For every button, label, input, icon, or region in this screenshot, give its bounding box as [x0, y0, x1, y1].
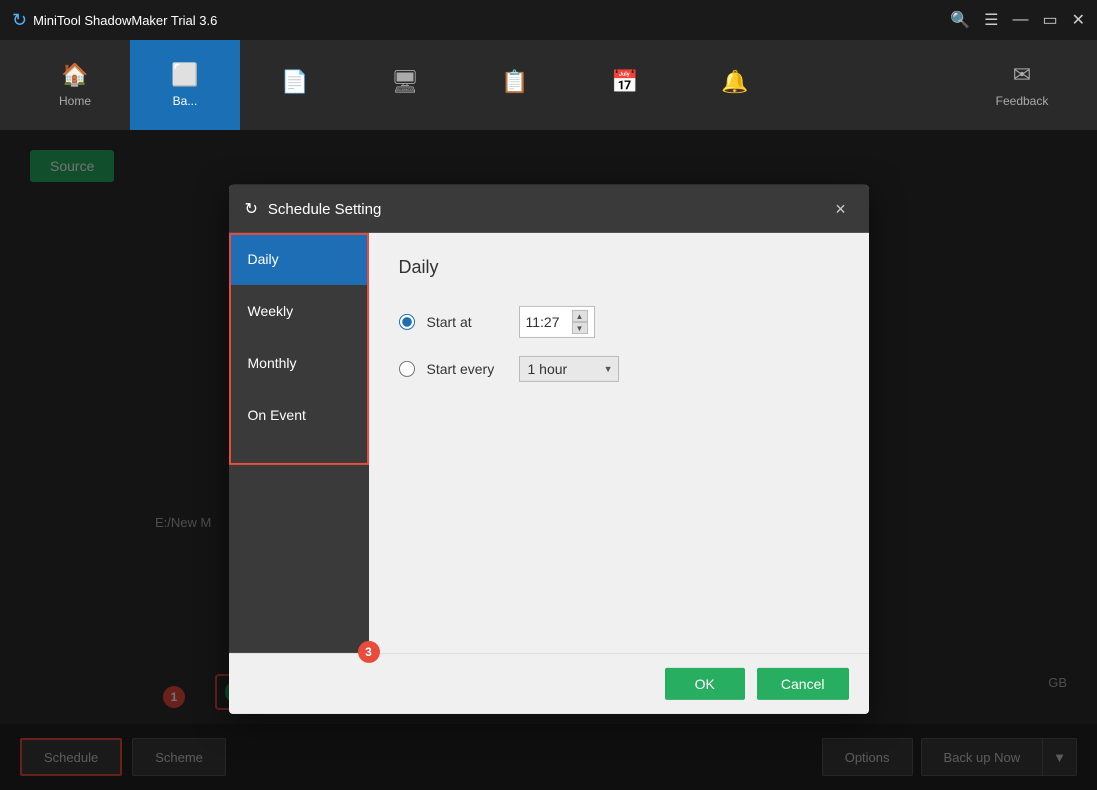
time-up-button[interactable]: ▲ [572, 310, 588, 322]
start-at-label: Start at [427, 314, 507, 330]
start-every-label: Start every [427, 361, 507, 377]
nav-item-backup[interactable]: ⬜ Ba... [130, 40, 240, 130]
logo-icon: ↻ [12, 10, 27, 31]
nav-item-event[interactable]: 📅 [570, 40, 680, 130]
app-logo: ↻ MiniTool ShadowMaker Trial 3.6 [12, 10, 217, 31]
nav-item-notifications[interactable]: 🔔 [680, 40, 790, 130]
nav-label-backup: Ba... [173, 94, 198, 108]
maximize-button[interactable]: ▭ [1042, 10, 1057, 30]
time-down-button[interactable]: ▼ [572, 322, 588, 334]
home-icon: 🏠 [61, 62, 88, 88]
connect-icon: 🖥 [391, 69, 419, 95]
window-controls: 🔍 ☰ — ▭ ✕ [950, 10, 1085, 30]
nav-item-home[interactable]: 🏠 Home [20, 40, 130, 130]
dialog-close-button[interactable]: × [829, 197, 853, 221]
sidebar-item-daily[interactable]: Daily [229, 233, 369, 285]
nav-item-restore[interactable]: 📄 [240, 40, 350, 130]
nav-label-home: Home [59, 94, 91, 108]
cancel-button[interactable]: Cancel [757, 668, 849, 700]
sidebar-item-on-event[interactable]: On Event [229, 389, 369, 441]
ok-button[interactable]: OK [665, 668, 745, 700]
dialog-header: ↻ Schedule Setting × [229, 185, 869, 233]
search-icon[interactable]: 🔍 [950, 10, 970, 30]
hour-select[interactable]: 1 hour 2 hours 3 hours 4 hours 6 hours 8… [519, 356, 619, 382]
feedback-icon: ✉ [1013, 62, 1031, 88]
nav-item-tools[interactable]: 📋 [460, 40, 570, 130]
dialog-body: Daily Weekly Monthly On Event 3 [229, 233, 869, 653]
start-at-row: Start at 11:27 ▲ ▼ [399, 306, 839, 338]
start-every-row: Start every 1 hour 2 hours 3 hours 4 hou… [399, 356, 839, 382]
dialog-footer: OK Cancel [229, 653, 869, 714]
event-icon: 📅 [611, 69, 638, 95]
dialog-main: Daily Start at 11:27 ▲ ▼ [369, 233, 869, 653]
dialog-sidebar: Daily Weekly Monthly On Event 3 [229, 233, 369, 653]
dialog-title: Schedule Setting [268, 200, 381, 217]
app-title: MiniTool ShadowMaker Trial 3.6 [33, 13, 217, 28]
hour-select-wrapper: 1 hour 2 hours 3 hours 4 hours 6 hours 8… [519, 356, 619, 382]
step-badge-3: 3 [358, 641, 380, 663]
nav-item-connect[interactable]: 🖥 [350, 40, 460, 130]
start-every-radio[interactable] [399, 361, 415, 377]
close-button[interactable]: ✕ [1072, 10, 1085, 30]
minimize-button[interactable]: — [1012, 11, 1028, 29]
start-at-radio[interactable] [399, 314, 415, 330]
dialog-sync-icon: ↻ [245, 199, 258, 219]
time-input-wrapper: 11:27 ▲ ▼ [519, 306, 595, 338]
tools-icon: 📋 [501, 69, 528, 95]
menu-icon[interactable]: ☰ [984, 10, 998, 30]
sidebar-item-monthly[interactable]: Monthly [229, 337, 369, 389]
nav-label-feedback: Feedback [996, 94, 1049, 108]
schedule-dialog: ↻ Schedule Setting × Daily Weekly Monthl… [229, 185, 869, 714]
notif-icon: 🔔 [721, 69, 748, 95]
time-spinners: ▲ ▼ [572, 310, 588, 334]
nav-item-feedback[interactable]: ✉ Feedback [967, 40, 1077, 130]
sidebar-item-weekly[interactable]: Weekly [229, 285, 369, 337]
backup-icon: ⬜ [171, 62, 198, 88]
main-content: Source E:/New M GB ON 2 Schedule Scheme … [0, 130, 1097, 790]
time-value: 11:27 [526, 314, 566, 330]
dialog-content-title: Daily [399, 257, 839, 278]
restore-icon: 📄 [281, 69, 308, 95]
nav-bar: 🏠 Home ⬜ Ba... 📄 🖥 📋 📅 🔔 ✉ Feedback [0, 40, 1097, 130]
title-bar: ↻ MiniTool ShadowMaker Trial 3.6 🔍 ☰ — ▭… [0, 0, 1097, 40]
